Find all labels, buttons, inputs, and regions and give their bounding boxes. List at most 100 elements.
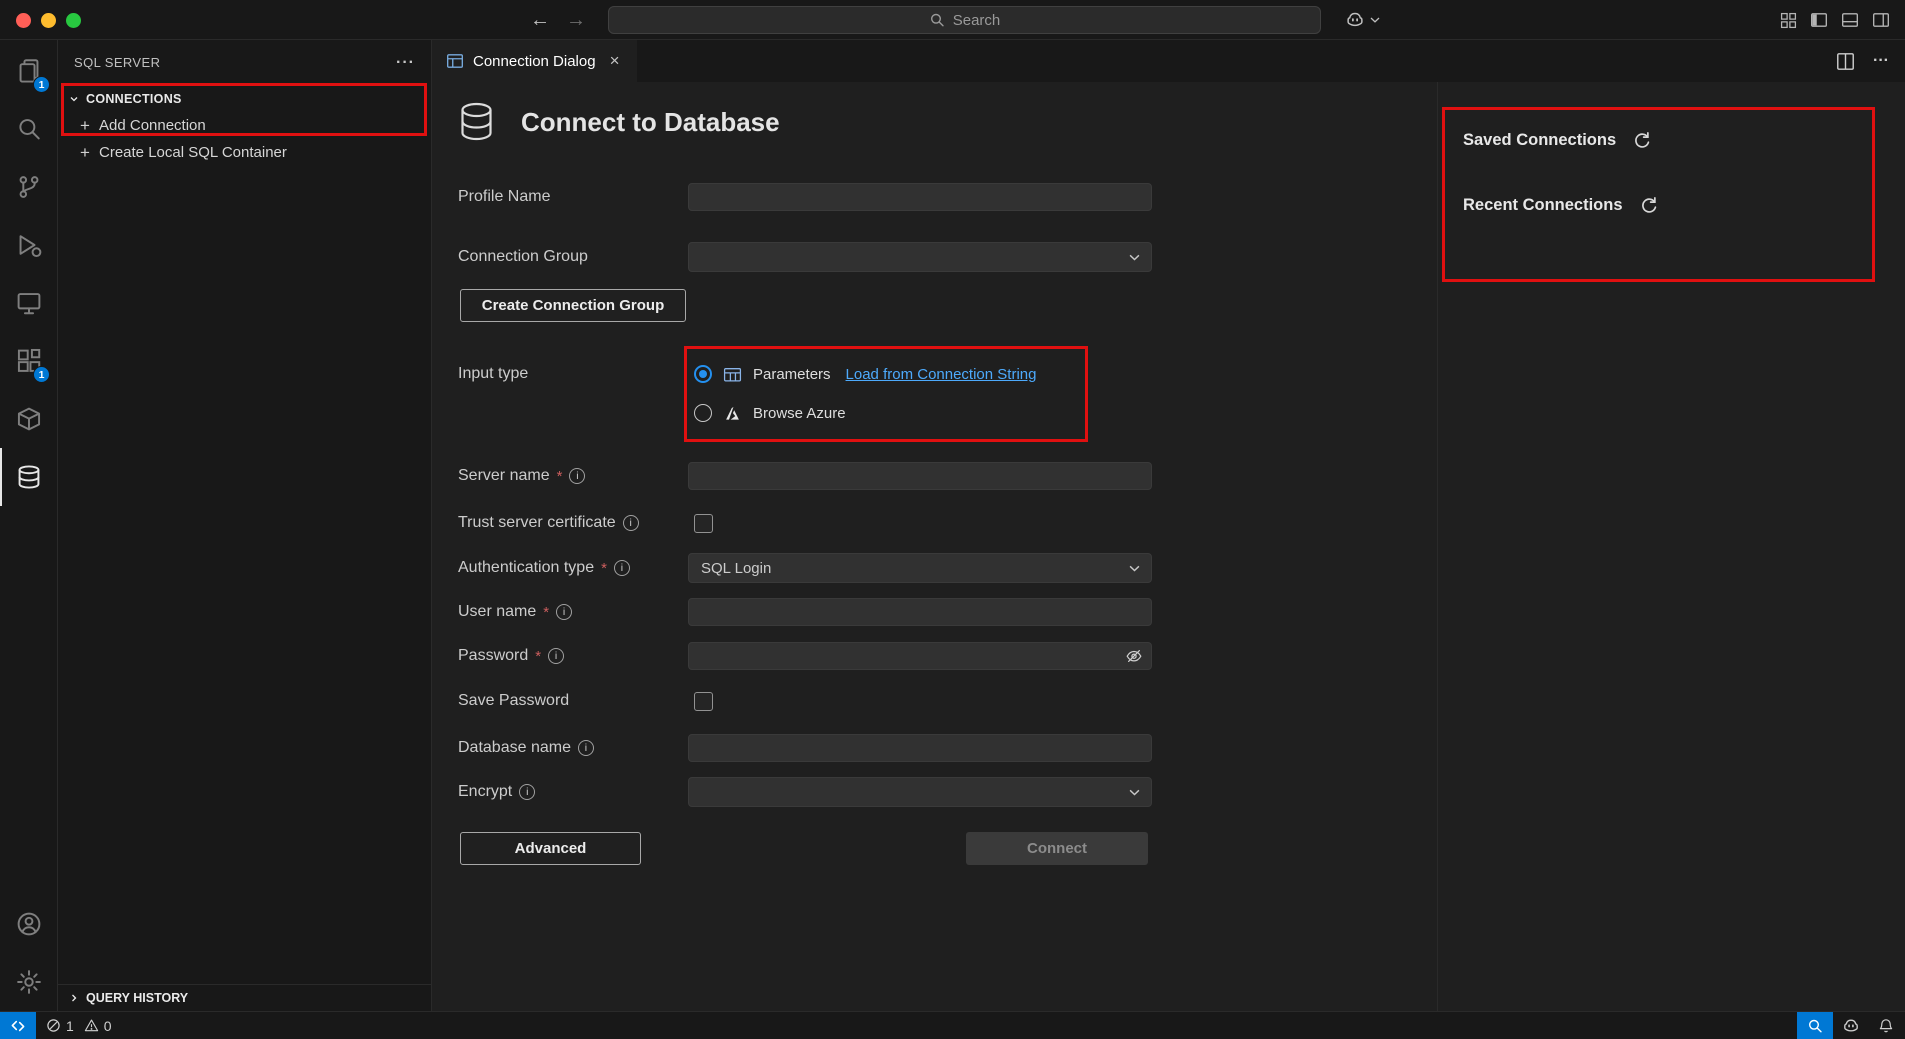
create-local-sql-container-label: Create Local SQL Container (99, 144, 287, 161)
notifications-bell[interactable] (1868, 1012, 1903, 1039)
save-password-checkbox[interactable] (694, 692, 713, 711)
auth-type-label: Authentication type* i (458, 559, 688, 577)
connection-group-select[interactable] (688, 242, 1152, 272)
back-icon[interactable]: ← (530, 9, 550, 32)
sidebar-more-actions-icon[interactable]: ··· (396, 54, 415, 72)
sidebar-item-extensions[interactable]: 1 (0, 332, 57, 390)
database-name-label: Database name i (458, 739, 688, 757)
browse-azure-option-label: Browse Azure (753, 405, 846, 422)
load-connection-string-link[interactable]: Load from Connection String (846, 366, 1037, 383)
connection-group-label: Connection Group (458, 248, 688, 266)
tab-title: Connection Dialog (473, 53, 596, 70)
user-name-label: User name* i (458, 603, 688, 621)
connections-section-header[interactable]: CONNECTIONS (58, 85, 431, 112)
title-bar: ← → Search (0, 0, 1905, 40)
run-debug-icon (16, 232, 42, 258)
copilot-icon (1345, 10, 1365, 30)
connection-dialog-form: Connect to Database Profile Name Connect… (432, 82, 1437, 1011)
sidebar-item-source-control[interactable] (0, 158, 57, 216)
tab-connection-dialog[interactable]: Connection Dialog × (432, 40, 637, 82)
sidebar-item-explorer[interactable]: 1 (0, 42, 57, 100)
password-input[interactable] (688, 642, 1152, 670)
sidebar-item-create-local-sql-container[interactable]: + Create Local SQL Container (58, 139, 431, 166)
chevron-down-icon (1129, 789, 1140, 796)
info-icon[interactable]: i (569, 468, 585, 484)
sidebar-item-search[interactable] (0, 100, 57, 158)
remote-indicator[interactable] (0, 1012, 36, 1039)
add-connection-label: Add Connection (99, 117, 206, 134)
minimize-window-button[interactable] (41, 13, 56, 28)
chevron-down-icon (1370, 17, 1380, 23)
zoom-status-item[interactable] (1797, 1012, 1833, 1039)
maximize-window-button[interactable] (66, 13, 81, 28)
warning-count: 0 (104, 1018, 112, 1034)
accounts-button[interactable] (0, 895, 57, 953)
connect-button[interactable]: Connect (966, 832, 1148, 865)
user-name-input[interactable] (688, 598, 1152, 626)
server-name-input[interactable] (688, 462, 1152, 490)
refresh-saved-connections-icon[interactable] (1632, 131, 1651, 150)
chevron-down-icon (66, 91, 82, 107)
auth-type-select[interactable]: SQL Login (688, 553, 1152, 583)
command-center-search[interactable]: Search (608, 6, 1321, 34)
copilot-status-item[interactable] (1833, 1012, 1868, 1039)
create-connection-group-button[interactable]: Create Connection Group (460, 289, 686, 322)
close-tab-icon[interactable]: × (605, 51, 625, 71)
chevron-down-icon (1129, 254, 1140, 261)
sidebar-item-run-debug[interactable] (0, 216, 57, 274)
profile-name-label: Profile Name (458, 188, 688, 206)
toggle-sidebar-left-icon[interactable] (1809, 10, 1829, 30)
auth-type-value: SQL Login (701, 560, 771, 577)
advanced-button[interactable]: Advanced (460, 832, 641, 865)
search-placeholder: Search (953, 12, 1001, 29)
close-window-button[interactable] (16, 13, 31, 28)
toggle-panel-icon[interactable] (1840, 10, 1860, 30)
browse-azure-radio[interactable] (694, 404, 712, 422)
customize-layout-icon[interactable] (1778, 10, 1798, 30)
save-password-label: Save Password (458, 692, 688, 710)
parameters-radio[interactable] (694, 365, 712, 383)
plus-icon: + (77, 143, 93, 163)
connection-dialog-tab-icon (446, 52, 464, 70)
encrypt-select[interactable] (688, 777, 1152, 807)
recent-connections-label: Recent Connections (1463, 196, 1623, 215)
input-type-label: Input type (458, 359, 688, 389)
sidebar-item-add-connection[interactable]: + Add Connection (58, 112, 431, 139)
copilot-icon (1842, 1017, 1860, 1035)
editor-more-actions-icon[interactable]: ··· (1873, 52, 1889, 70)
gear-icon (16, 969, 42, 995)
chevron-down-icon (1129, 565, 1140, 572)
settings-button[interactable] (0, 953, 57, 1011)
copilot-menu[interactable] (1345, 0, 1380, 40)
refresh-recent-connections-icon[interactable] (1639, 196, 1658, 215)
info-icon[interactable]: i (548, 648, 564, 664)
sidebar-item-containers[interactable] (0, 390, 57, 448)
show-password-icon[interactable] (1125, 647, 1143, 665)
problems-status[interactable]: 1 0 (36, 1018, 122, 1034)
sidebar-item-sql-server[interactable] (0, 448, 57, 506)
warning-icon (84, 1018, 99, 1033)
activity-bar: 1 1 (0, 40, 58, 1011)
forward-icon[interactable]: → (566, 9, 586, 32)
database-name-input[interactable] (688, 734, 1152, 762)
sql-server-icon (16, 464, 42, 490)
query-history-section-header[interactable]: QUERY HISTORY (58, 984, 431, 1011)
split-editor-icon[interactable] (1836, 52, 1855, 71)
info-icon[interactable]: i (623, 515, 639, 531)
info-icon[interactable]: i (556, 604, 572, 620)
source-control-icon (16, 174, 42, 200)
page-title: Connect to Database (521, 107, 780, 138)
remote-explorer-icon (16, 290, 42, 316)
password-label: Password* i (458, 647, 688, 665)
info-icon[interactable]: i (519, 784, 535, 800)
toggle-sidebar-right-icon[interactable] (1871, 10, 1891, 30)
editor-tab-bar: Connection Dialog × ··· (432, 40, 1905, 82)
sidebar-title: SQL SERVER (74, 55, 160, 70)
info-icon[interactable]: i (614, 560, 630, 576)
info-icon[interactable]: i (578, 740, 594, 756)
connections-browser-panel: Saved Connections Recent Connections (1437, 82, 1905, 1011)
profile-name-input[interactable] (688, 183, 1152, 211)
trust-cert-checkbox[interactable] (694, 514, 713, 533)
saved-connections-label: Saved Connections (1463, 131, 1616, 150)
sidebar-item-remote-explorer[interactable] (0, 274, 57, 332)
